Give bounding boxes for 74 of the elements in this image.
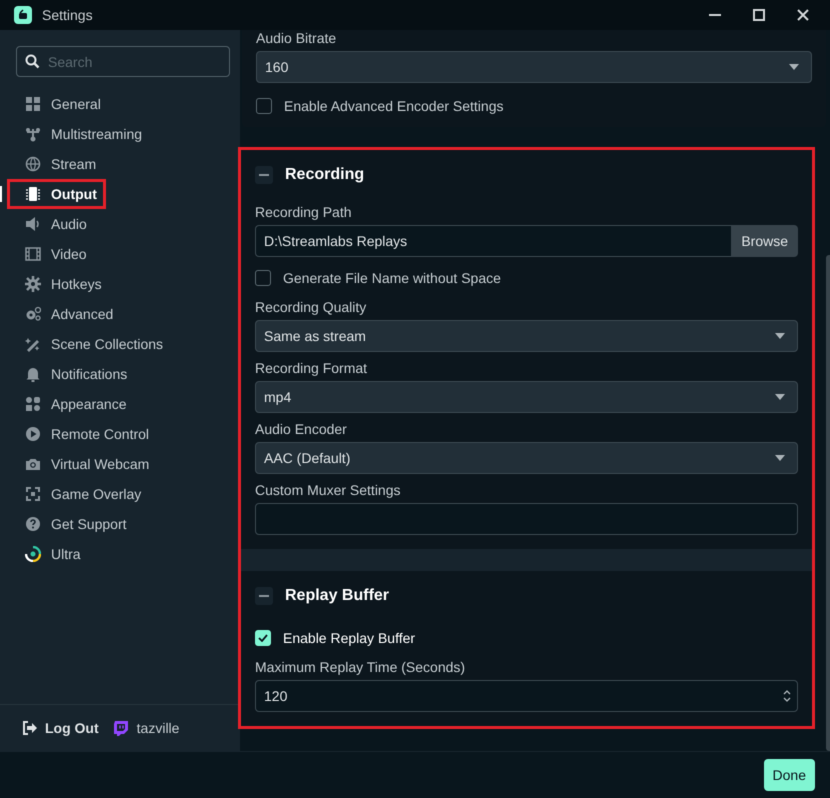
sidebar-item-icon <box>25 306 41 322</box>
field-label: Recording Path <box>255 204 353 220</box>
done-button[interactable]: Done <box>764 759 815 791</box>
sidebar-item[interactable]: Multistreaming <box>7 119 152 149</box>
sidebar-item[interactable]: Advanced <box>7 299 122 329</box>
section-title: Recording <box>285 166 364 184</box>
sidebar-item-icon <box>25 516 41 532</box>
number-field[interactable]: 120 <box>255 680 798 712</box>
path-field[interactable]: D:\Streamlabs Replays <box>255 225 732 257</box>
sidebar-item-icon <box>25 456 41 472</box>
sidebar-item-icon <box>25 336 41 352</box>
search-field[interactable]: Search <box>16 46 230 77</box>
caret-icon <box>789 64 799 70</box>
collapse-button[interactable] <box>255 166 273 184</box>
collapse-button[interactable] <box>255 587 273 605</box>
input-field[interactable] <box>255 503 798 535</box>
checkmark-icon <box>258 634 268 642</box>
sidebar-item-icon <box>25 276 41 292</box>
checkbox[interactable] <box>255 270 271 286</box>
sidebar-item[interactable]: Get Support <box>7 509 136 539</box>
field-label: Recording Quality <box>255 299 368 315</box>
sidebar-item-icon <box>25 546 41 562</box>
sidebar-item-icon <box>25 216 41 232</box>
dropdown[interactable]: 160 <box>256 51 812 83</box>
field-label: Audio Bitrate <box>256 30 338 46</box>
dropdown[interactable]: AAC (Default) <box>255 442 798 474</box>
field-label: Audio Encoder <box>255 421 348 437</box>
sidebar-item-icon <box>25 186 41 202</box>
sidebar-item-icon <box>25 126 41 142</box>
sidebar-item[interactable]: Output <box>7 179 106 209</box>
sidebar-item[interactable]: Game Overlay <box>7 479 150 509</box>
sidebar-item-icon <box>25 246 41 262</box>
minimize-icon <box>709 14 721 16</box>
sidebar-item[interactable]: Audio <box>7 209 96 239</box>
sidebar-item-icon <box>25 96 41 112</box>
app-logo-icon <box>14 6 32 24</box>
sidebar-item[interactable]: Scene Collections <box>7 329 172 359</box>
sidebar-item-icon <box>25 156 41 172</box>
sidebar-item-icon <box>25 366 41 382</box>
sidebar-item-icon <box>25 426 41 442</box>
dropdown[interactable]: Same as stream <box>255 320 798 352</box>
username: tazville <box>136 720 180 736</box>
spinner-arrows-icon[interactable] <box>783 689 791 703</box>
field-label: Maximum Replay Time (Seconds) <box>255 659 466 675</box>
sidebar-item[interactable]: General <box>7 89 110 119</box>
section-title: Replay Buffer <box>285 587 390 605</box>
checkbox-label: Enable Replay Buffer <box>283 630 416 646</box>
window-title: Settings <box>42 7 94 23</box>
sidebar-item[interactable]: Virtual Webcam <box>7 449 158 479</box>
checkbox-label: Enable Advanced Encoder Settings <box>284 98 504 114</box>
exit-arrow-icon <box>22 721 38 735</box>
sidebar-item[interactable]: Appearance <box>7 389 136 419</box>
search-icon <box>25 54 40 69</box>
field-label: Custom Muxer Settings <box>255 482 402 498</box>
caret-icon <box>775 455 785 461</box>
maximize-icon <box>753 9 765 21</box>
dropdown[interactable]: mp4 <box>255 381 798 413</box>
sidebar-item[interactable]: Remote Control <box>7 419 158 449</box>
chat-bubble-icon <box>112 720 129 736</box>
checkbox[interactable] <box>256 98 272 114</box>
checkbox-label: Generate File Name without Space <box>283 270 501 286</box>
field-label: Recording Format <box>255 360 368 376</box>
sidebar-item-icon <box>25 396 41 412</box>
log-out-button[interactable]: Log Out <box>22 720 99 736</box>
sidebar-item[interactable]: Notifications <box>7 359 136 389</box>
sidebar-item-icon <box>25 486 41 502</box>
sidebar-item[interactable]: Video <box>7 239 96 269</box>
close-icon <box>797 9 809 21</box>
caret-icon <box>775 333 785 339</box>
sidebar-item[interactable]: Stream <box>7 149 106 179</box>
sidebar-item[interactable]: Ultra <box>7 539 90 569</box>
browse-button[interactable]: Browse <box>731 225 798 257</box>
sidebar-item[interactable]: Hotkeys <box>7 269 111 299</box>
caret-icon <box>775 394 785 400</box>
